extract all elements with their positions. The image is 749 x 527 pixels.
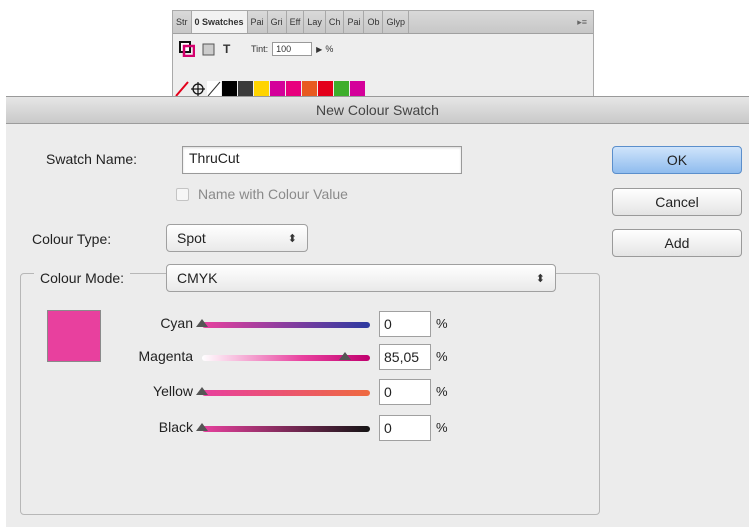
name-with-colour-value-checkbox[interactable] [176,188,189,201]
none-swatch-icon[interactable] [175,81,189,97]
panel-menu-icon[interactable]: ▸≡ [571,11,593,33]
tab-gradient[interactable]: Gri [268,11,287,33]
tint-arrow-icon[interactable]: ▶ [316,45,322,54]
swatch-chip[interactable] [318,81,333,97]
colour-mode-label: Colour Mode: [34,270,131,286]
swatch-chip[interactable] [238,81,253,97]
slider-thumb[interactable] [196,319,208,327]
slider-value-field[interactable]: 0 [379,415,431,441]
tint-unit: % [325,44,334,54]
popup-arrows-icon: ⬍ [535,272,545,285]
slider-label: Black [158,419,193,435]
colour-mode-value: CMYK [177,270,218,286]
fill-stroke-icon[interactable] [179,41,195,57]
slider-thumb[interactable] [338,352,351,360]
swatch-chip[interactable] [286,81,301,97]
dialog-title: New Colour Swatch [316,102,439,118]
slider-value-field[interactable]: 0 [379,311,431,337]
add-button[interactable]: Add [612,229,742,257]
tab-paragraph[interactable]: Pai [248,11,268,33]
colour-type-value: Spot [177,230,206,246]
tab-layers[interactable]: Lay [304,11,326,33]
panel-tab-bar: Str 0 Swatches Pai Gri Eff Lay Ch Pai Ob… [173,11,593,34]
colour-preview-swatch [47,310,101,362]
name-with-colour-value-label: Name with Colour Value [198,186,348,202]
swatch-name-field[interactable]: ThruCut [182,146,462,174]
slider-unit: % [436,420,448,435]
dialog-titlebar[interactable]: New Colour Swatch [6,97,749,124]
swatch-chip[interactable] [254,81,269,97]
popup-arrows-icon: ⬍ [287,232,297,245]
swatch-chip[interactable] [334,81,349,97]
slider-value-field[interactable]: 85,05 [379,344,431,370]
cancel-button[interactable]: Cancel [612,188,742,216]
text-format-icon[interactable]: T [223,41,239,57]
swatch-name-label: Swatch Name: [46,151,138,167]
colour-type-select[interactable]: Spot ⬍ [166,224,308,252]
swatch-chip[interactable] [302,81,317,97]
swatch-chip[interactable] [270,81,285,97]
tab-glyphs[interactable]: Glyp [383,11,409,33]
colour-type-label: Colour Type: [32,231,112,247]
slider-unit: % [436,316,448,331]
slider-unit: % [436,349,448,364]
colour-mode-select[interactable]: CMYK ⬍ [166,264,556,292]
slider-thumb[interactable] [196,387,208,395]
slider-track[interactable] [202,426,370,432]
tab-swatches[interactable]: 0 Swatches [191,11,248,33]
ok-button[interactable]: OK [612,146,742,174]
tint-input[interactable]: 100 [272,42,313,56]
panel-controls-row: T Tint: 100 ▶ % [179,39,579,59]
slider-track[interactable] [202,390,370,396]
swatch-chip[interactable] [222,81,237,97]
slider-value-field[interactable]: 0 [379,379,431,405]
paper-swatch-icon[interactable] [207,81,221,97]
container-format-icon[interactable] [201,41,217,57]
registration-swatch-icon[interactable] [190,81,206,97]
tint-label: Tint: [251,44,269,54]
slider-label: Cyan [160,315,193,331]
tab-effects[interactable]: Eff [287,11,305,33]
slider-unit: % [436,384,448,399]
new-colour-swatch-dialog: New Colour Swatch Swatch Name: ThruCut N… [6,96,749,527]
swatches-panel: Str 0 Swatches Pai Gri Eff Lay Ch Pai Ob… [172,10,594,98]
swatch-chip[interactable] [350,81,365,97]
tab-character[interactable]: Ch [326,11,345,33]
slider-label: Yellow [153,383,193,399]
slider-thumb[interactable] [196,423,208,431]
slider-label: Magenta [138,348,193,364]
tab-pages[interactable]: Pai [344,11,365,33]
slider-track[interactable] [202,322,370,328]
tab-stroke[interactable]: Str [173,11,192,33]
tab-object[interactable]: Ob [364,11,384,33]
